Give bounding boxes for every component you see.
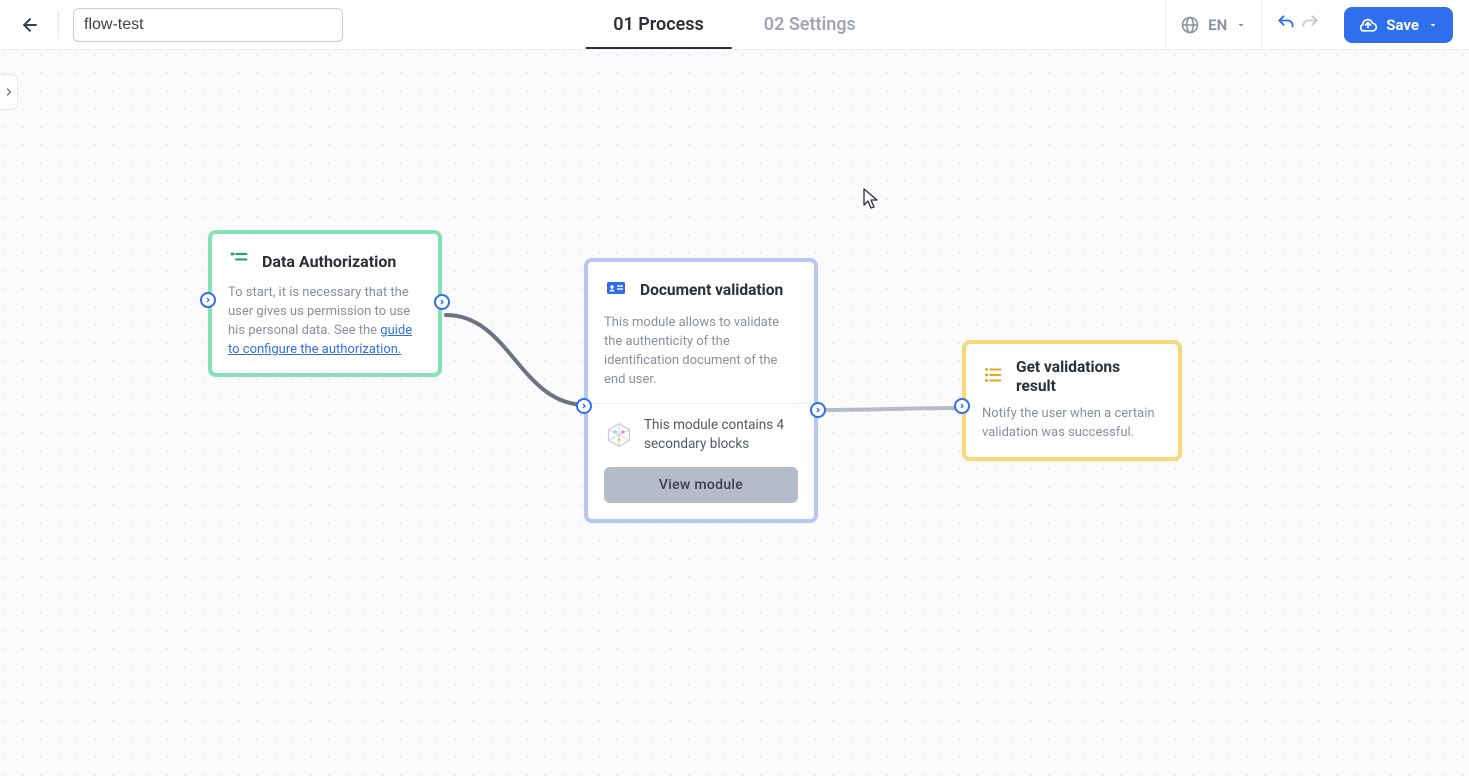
node-description: This module allows to validate the authe… <box>604 314 798 389</box>
redo-icon <box>1300 13 1320 33</box>
list-check-icon <box>228 248 250 274</box>
port-in[interactable] <box>200 292 216 308</box>
chevron-down-icon <box>1235 19 1247 31</box>
node-validations-result[interactable]: Get validations result Notify the user w… <box>962 340 1182 461</box>
save-label: Save <box>1386 16 1419 34</box>
expand-sidebar-handle[interactable] <box>0 74 18 110</box>
node-description: Notify the user when a certain validatio… <box>982 405 1162 443</box>
node-title: Get validations result <box>1016 358 1162 395</box>
tabs: 01 Process 02 Settings <box>613 0 856 49</box>
flow-name-input[interactable] <box>73 8 343 42</box>
mouse-cursor-icon <box>863 188 881 214</box>
view-module-button[interactable]: View module <box>604 467 798 503</box>
port-in[interactable] <box>576 398 592 414</box>
port-out[interactable] <box>434 294 450 310</box>
node-document-validation[interactable]: Document validation This module allows t… <box>584 258 818 523</box>
sub-blocks-text: This module contains 4 secondary blocks <box>644 416 798 452</box>
edge-auth-to-doc <box>446 315 586 405</box>
chevron-down-icon <box>1427 19 1439 31</box>
id-card-icon <box>604 276 628 304</box>
undo-icon <box>1276 13 1296 33</box>
header-right: EN Save <box>1165 0 1453 50</box>
undo-button[interactable] <box>1276 13 1296 37</box>
tab-settings[interactable]: 02 Settings <box>764 0 856 49</box>
port-in[interactable] <box>954 398 970 414</box>
tab-process[interactable]: 01 Process <box>613 0 704 49</box>
list-ordered-icon <box>982 364 1004 390</box>
edge-doc-to-result <box>820 408 960 410</box>
divider <box>588 403 814 404</box>
back-button[interactable] <box>16 11 44 39</box>
chevron-right-icon <box>3 86 15 98</box>
save-button[interactable]: Save <box>1344 7 1453 43</box>
node-title: Data Authorization <box>262 252 396 271</box>
history-controls <box>1261 0 1334 50</box>
node-description: To start, it is necessary that the user … <box>228 284 422 359</box>
cube-icon <box>604 420 634 450</box>
header: 01 Process 02 Settings EN Save <box>0 0 1469 50</box>
redo-button[interactable] <box>1300 13 1320 37</box>
cloud-upload-icon <box>1358 15 1378 35</box>
node-title: Document validation <box>640 281 783 300</box>
language-picker[interactable]: EN <box>1165 0 1261 50</box>
language-label: EN <box>1208 16 1227 34</box>
node-data-authorization[interactable]: Data Authorization To start, it is neces… <box>208 230 442 377</box>
flow-canvas[interactable]: Data Authorization To start, it is neces… <box>0 50 1469 776</box>
arrow-left-icon <box>20 15 40 35</box>
globe-icon <box>1180 15 1200 35</box>
port-out[interactable] <box>810 402 826 418</box>
divider <box>58 11 59 39</box>
sub-blocks-info: This module contains 4 secondary blocks <box>604 416 798 452</box>
